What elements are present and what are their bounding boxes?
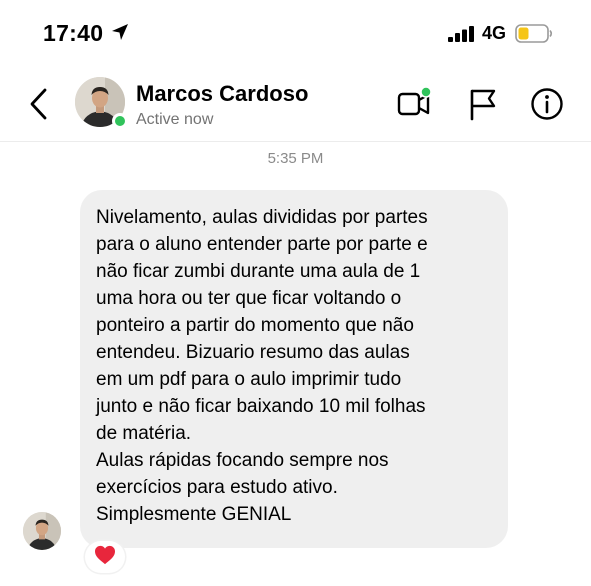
contact-name[interactable]: Marcos Cardoso bbox=[136, 81, 308, 107]
chevron-left-icon[interactable] bbox=[24, 86, 54, 122]
reaction-badge[interactable] bbox=[85, 541, 125, 573]
message-timestamp: 5:35 PM bbox=[267, 150, 324, 167]
status-bar: 17:40 4G bbox=[0, 0, 591, 64]
message-bubble[interactable]: Nivelamento, aulas divididas por partes … bbox=[80, 190, 508, 548]
battery-icon bbox=[515, 24, 553, 43]
location-arrow-icon bbox=[112, 24, 128, 40]
info-icon[interactable] bbox=[529, 86, 565, 122]
flag-icon[interactable] bbox=[465, 86, 501, 122]
network-type: 4G bbox=[482, 23, 507, 43]
message-paragraph-2: Aulas rápidas focando sempre nos exercíc… bbox=[96, 450, 389, 525]
chat-header: Marcos Cardoso Active now bbox=[0, 64, 591, 142]
sender-avatar[interactable] bbox=[23, 512, 61, 550]
status-time: 17:40 bbox=[43, 20, 104, 46]
contact-avatar[interactable] bbox=[75, 77, 128, 129]
person-photo-icon bbox=[23, 512, 61, 550]
message-paragraph-1: Nivelamento, aulas divididas por partes … bbox=[96, 207, 428, 444]
online-status-dot bbox=[112, 113, 128, 129]
heart-icon bbox=[95, 545, 115, 565]
video-call-icon[interactable] bbox=[396, 86, 432, 122]
signal-bars-icon bbox=[448, 26, 474, 42]
contact-status: Active now bbox=[136, 111, 214, 128]
